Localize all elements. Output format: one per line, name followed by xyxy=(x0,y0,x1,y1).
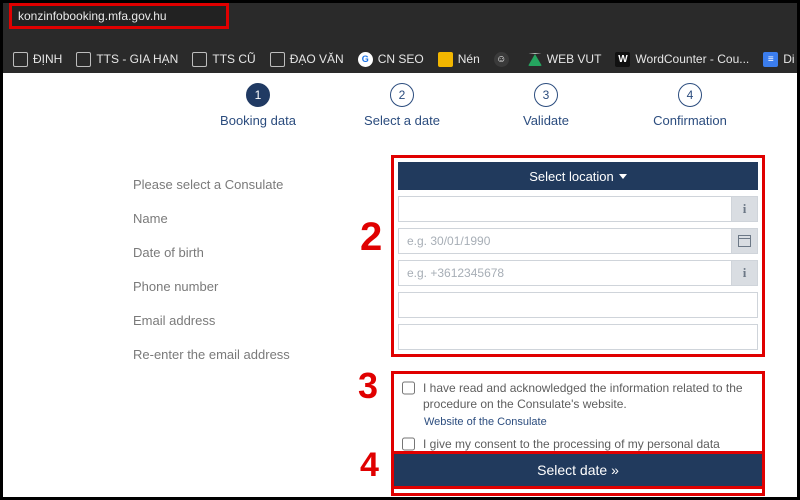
email-input[interactable] xyxy=(398,292,758,318)
bookmark-item[interactable]: WEB VUT xyxy=(528,52,602,66)
bookmark-label: CN SEO xyxy=(378,52,424,66)
bookmark-label: ĐẠO VĂN xyxy=(290,52,344,66)
select-location-dropdown[interactable]: Select location xyxy=(398,162,758,190)
app-icon: ☺ xyxy=(494,52,509,67)
app-icon xyxy=(438,52,453,67)
folder-icon xyxy=(76,52,91,67)
checkbox-label: I have read and acknowledged the informa… xyxy=(423,380,754,412)
browser-chrome: konzinfobooking.mfa.gov.hu ĐỊNH TTS - GI… xyxy=(3,3,797,73)
info-icon[interactable]: i xyxy=(732,196,758,222)
bookmark-item[interactable]: ☺ xyxy=(494,52,514,67)
label-phone: Phone number xyxy=(133,269,363,303)
bookmark-item[interactable]: Nén xyxy=(438,52,480,67)
bookmark-label: ĐỊNH xyxy=(33,52,62,66)
docs-icon: ≡ xyxy=(763,52,778,67)
annotation-4: 4 xyxy=(360,446,379,485)
field-labels: Please select a Consulate Name Date of b… xyxy=(133,167,363,371)
step-1[interactable]: 1 Booking data xyxy=(203,83,313,128)
annotation-3: 3 xyxy=(358,365,378,407)
step-bubble: 4 xyxy=(678,83,702,107)
step-label: Confirmation xyxy=(653,113,727,128)
dob-input[interactable] xyxy=(398,228,732,254)
email-confirm-input[interactable] xyxy=(398,324,758,350)
bookmarks-bar: ĐỊNH TTS - GIA HẠN TTS CŨ ĐẠO VĂN G CN SE… xyxy=(3,45,797,73)
bookmark-item[interactable]: TTS CŨ xyxy=(192,52,255,67)
bookmark-label: WEB VUT xyxy=(547,52,602,66)
wordcounter-icon: W xyxy=(615,52,630,67)
address-bar[interactable]: konzinfobooking.mfa.gov.hu xyxy=(18,9,167,23)
page-content: 1 Booking data 2 Select a date 3 Validate 4… xyxy=(3,73,797,497)
step-label: Validate xyxy=(523,113,569,128)
step-2[interactable]: 2 Select a date xyxy=(347,83,457,128)
label-email: Email address xyxy=(133,303,363,337)
label-email2: Re-enter the email address xyxy=(133,337,363,371)
drive-icon xyxy=(528,53,542,66)
step-3[interactable]: 3 Validate xyxy=(491,83,601,128)
bookmark-label: Di xyxy=(783,52,794,66)
screenshot-frame: 1 konzinfobooking.mfa.gov.hu ĐỊNH TTS - … xyxy=(0,0,800,500)
label-dob: Date of birth xyxy=(133,235,363,269)
bookmark-label: Nén xyxy=(458,52,480,66)
info-icon[interactable]: i xyxy=(732,260,758,286)
booking-form: Please select a Consulate Name Date of b… xyxy=(133,155,765,489)
folder-icon xyxy=(270,52,285,67)
address-bar-highlight: konzinfobooking.mfa.gov.hu xyxy=(9,3,229,29)
bookmark-label: TTS CŨ xyxy=(212,52,255,66)
label-name: Name xyxy=(133,201,363,235)
step-bubble: 3 xyxy=(534,83,558,107)
progress-stepper: 1 Booking data 2 Select a date 3 Validate 4… xyxy=(203,83,745,143)
phone-input[interactable] xyxy=(398,260,732,286)
bookmark-label: WordCounter - Cou... xyxy=(635,52,749,66)
step-4[interactable]: 4 Confirmation xyxy=(635,83,745,128)
consent-checkbox-1[interactable]: I have read and acknowledged the informa… xyxy=(402,380,754,412)
bookmark-item[interactable]: W WordCounter - Cou... xyxy=(615,52,749,67)
checkbox-input[interactable] xyxy=(402,381,415,395)
select-date-button[interactable]: Select date » xyxy=(394,454,762,486)
label-consulate: Please select a Consulate xyxy=(133,167,363,201)
caret-down-icon xyxy=(619,174,627,179)
step-label: Select a date xyxy=(364,113,440,128)
bookmark-label: TTS - GIA HẠN xyxy=(96,52,178,66)
submit-highlight-box: Select date » xyxy=(391,451,765,489)
fields-highlight-box: Select location i i xyxy=(391,155,765,357)
annotation-2: 2 xyxy=(360,215,382,260)
bookmark-item[interactable]: G CN SEO xyxy=(358,52,424,67)
bookmark-item[interactable]: TTS - GIA HẠN xyxy=(76,52,178,67)
step-label: Booking data xyxy=(220,113,296,128)
folder-icon xyxy=(13,52,28,67)
bookmark-item[interactable]: ĐỊNH xyxy=(13,52,62,67)
bookmark-item[interactable]: ≡ Di xyxy=(763,52,794,67)
bookmark-item[interactable]: ĐẠO VĂN xyxy=(270,52,344,67)
folder-icon xyxy=(192,52,207,67)
name-input[interactable] xyxy=(398,196,732,222)
consulate-website-link[interactable]: Website of the Consulate xyxy=(424,416,754,428)
step-bubble: 2 xyxy=(390,83,414,107)
calendar-icon[interactable] xyxy=(732,228,758,254)
google-icon: G xyxy=(358,52,373,67)
step-bubble: 1 xyxy=(246,83,270,107)
select-location-label: Select location xyxy=(529,169,614,184)
checkbox-input[interactable] xyxy=(402,437,415,451)
